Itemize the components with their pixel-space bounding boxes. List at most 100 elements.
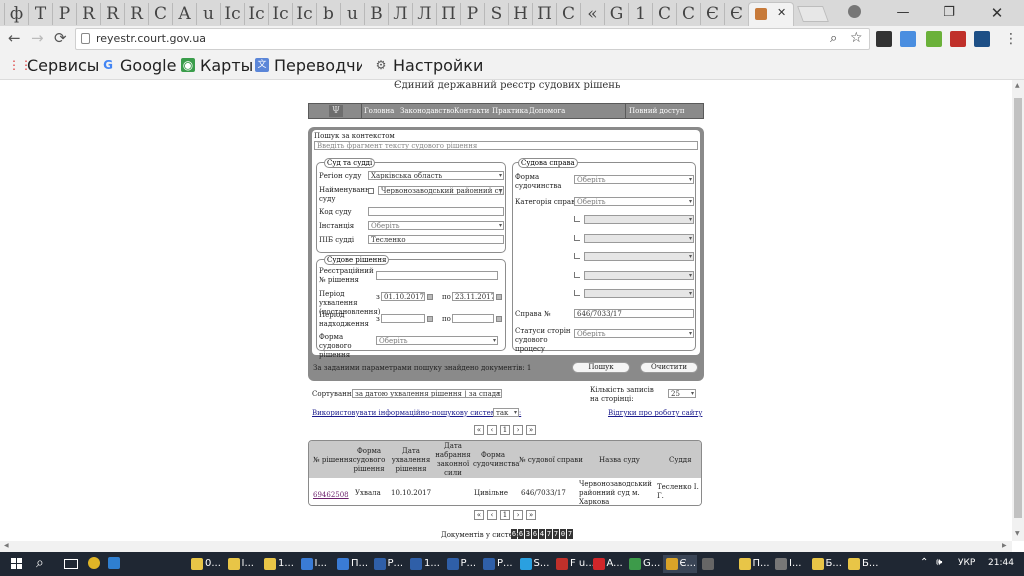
date-from-calendar-icon[interactable]	[427, 294, 433, 300]
browser-tab[interactable]: Ic	[220, 3, 244, 25]
nav-home[interactable]: Головна	[364, 107, 394, 116]
sort-select[interactable]: за датою ухвалення рішення | за спадання…	[352, 389, 502, 398]
date-to-input[interactable]: 23.11.2017	[452, 292, 494, 301]
tab-close-icon[interactable]: ✕	[777, 6, 786, 19]
decision-link[interactable]: 69462508	[313, 491, 349, 500]
minimize-button[interactable]: —	[880, 3, 926, 23]
taskbar-item[interactable]: A...	[590, 555, 624, 573]
page-button[interactable]: ›	[513, 425, 523, 435]
category-select[interactable]: Оберіть ▾	[574, 197, 694, 206]
browser-tab[interactable]: u	[196, 3, 220, 25]
subcategory-select[interactable]: ▾	[584, 233, 694, 243]
browser-tab[interactable]: Л	[412, 3, 436, 25]
pinned-app-icon[interactable]	[108, 557, 120, 569]
subcategory-select[interactable]: ▾	[584, 270, 694, 280]
browser-tab[interactable]: R	[76, 3, 100, 25]
page-button[interactable]: ›	[513, 510, 523, 520]
browser-tab[interactable]: П	[436, 3, 460, 25]
browser-tab[interactable]: T	[28, 3, 52, 25]
taskbar-item[interactable]: G...	[626, 555, 660, 573]
address-bar[interactable]: reyestr.court.gov.ua ⌕ ☆	[75, 28, 870, 50]
subcategory-select[interactable]: ▾	[584, 289, 694, 298]
page-button[interactable]: 1	[500, 510, 510, 520]
browser-tab[interactable]: C	[652, 3, 676, 25]
bookmark-google[interactable]: Google	[120, 56, 176, 75]
extension-icon[interactable]	[876, 31, 892, 47]
browser-tab[interactable]: Ic	[244, 3, 268, 25]
browser-tab[interactable]: C	[148, 3, 172, 25]
court-code-input[interactable]	[368, 207, 504, 216]
browser-tab[interactable]: Ic	[268, 3, 292, 25]
browser-tab[interactable]: Л	[388, 3, 412, 25]
browser-tab[interactable]: P	[460, 3, 484, 25]
browser-tab[interactable]: H	[508, 3, 532, 25]
taskbar-item[interactable]: Р...	[444, 555, 478, 573]
browser-tab[interactable]: C	[556, 3, 580, 25]
browser-tab[interactable]: u	[340, 3, 364, 25]
page-button[interactable]: ‹	[487, 425, 497, 435]
chrome-taskbar-icon[interactable]	[88, 557, 100, 569]
windows-start-icon[interactable]	[11, 558, 23, 570]
subcategory-select[interactable]: ▾	[584, 252, 694, 261]
clear-button[interactable]: Очистити	[640, 362, 698, 373]
taskbar-item[interactable]: I...	[298, 555, 332, 573]
browser-tab[interactable]: P	[52, 3, 76, 25]
page-button[interactable]: «	[474, 425, 484, 435]
taskbar-item[interactable]: S...	[517, 555, 551, 573]
taskbar-item[interactable]: 1...	[407, 555, 441, 573]
taskbar-item[interactable]: Р...	[371, 555, 405, 573]
page-button[interactable]: »	[526, 510, 536, 520]
decision-form-select[interactable]: Оберіть ▾	[376, 336, 498, 345]
taskbar-item[interactable]: Р...	[480, 555, 514, 573]
browser-tab[interactable]: Є	[724, 3, 748, 25]
horizontal-scrollbar[interactable]: ◀ ▶	[0, 541, 1012, 552]
menu-icon[interactable]: ⋮	[1004, 31, 1018, 47]
taskbar-item[interactable]: Б...	[845, 555, 879, 573]
new-extension-icon[interactable]	[900, 31, 916, 47]
court-name-checkbox[interactable]	[368, 188, 374, 194]
nav-full-access[interactable]: Повний доступ	[629, 107, 685, 116]
chart-extension-icon[interactable]	[974, 31, 990, 47]
bookmark-translator[interactable]: Переводчик	[274, 56, 362, 75]
reg-date-from-input[interactable]	[381, 314, 425, 323]
page-button[interactable]: «	[474, 510, 484, 520]
browser-tab[interactable]: G	[604, 3, 628, 25]
nav-contacts[interactable]: Контакти	[454, 107, 489, 116]
table-row[interactable]: 69462508 Ухвала 10.10.2017 Цивільне 646/…	[309, 478, 701, 505]
browser-tab[interactable]: П	[532, 3, 556, 25]
proceeding-select[interactable]: Оберіть ▾	[574, 175, 694, 184]
android-extension-icon[interactable]	[926, 31, 942, 47]
per-page-select[interactable]: 25 ▾	[668, 389, 696, 398]
page-info-icon[interactable]	[81, 33, 90, 44]
taskbar-item[interactable]: Б...	[809, 555, 843, 573]
reg-date-from-calendar-icon[interactable]	[427, 316, 433, 322]
use-info-select[interactable]: так ▾	[493, 408, 519, 417]
taskbar-item[interactable]: F u...	[553, 555, 595, 573]
scrollbar-thumb[interactable]	[1014, 98, 1022, 518]
feedback-link[interactable]: Відгуки про роботу сайту	[608, 409, 702, 418]
taskbar-item[interactable]: I...	[772, 555, 806, 573]
nav-help[interactable]: Допомога	[529, 107, 565, 116]
language-indicator[interactable]: УКР	[958, 558, 975, 568]
taskbar-item[interactable]: П...	[334, 555, 368, 573]
browser-tab[interactable]: B	[364, 3, 388, 25]
volume-icon[interactable]: 🕪	[936, 557, 942, 568]
page-button[interactable]: 1	[500, 425, 510, 435]
browser-tab[interactable]: S	[484, 3, 508, 25]
clock[interactable]: 21:44	[988, 558, 1014, 568]
maximize-button[interactable]: ❐	[926, 3, 972, 23]
browser-tab[interactable]: R	[100, 3, 124, 25]
browser-tab[interactable]: ф	[4, 3, 28, 25]
forward-icon[interactable]: →	[31, 30, 44, 46]
reg-date-to-calendar-icon[interactable]	[496, 316, 502, 322]
judge-input[interactable]: Тесленко	[368, 235, 504, 244]
search-icon[interactable]: ⌕	[830, 31, 837, 46]
region-select[interactable]: Харківська область ▾	[368, 171, 504, 180]
bookmark-maps[interactable]: Карты	[200, 56, 253, 75]
case-no-input[interactable]: 646/7033/17	[574, 309, 694, 318]
browser-tab[interactable]: R	[124, 3, 148, 25]
taskbar-item[interactable]	[699, 555, 733, 573]
close-window-button[interactable]: ✕	[974, 3, 1020, 23]
new-tab-button[interactable]	[797, 6, 829, 22]
reg-date-to-input[interactable]	[452, 314, 494, 323]
